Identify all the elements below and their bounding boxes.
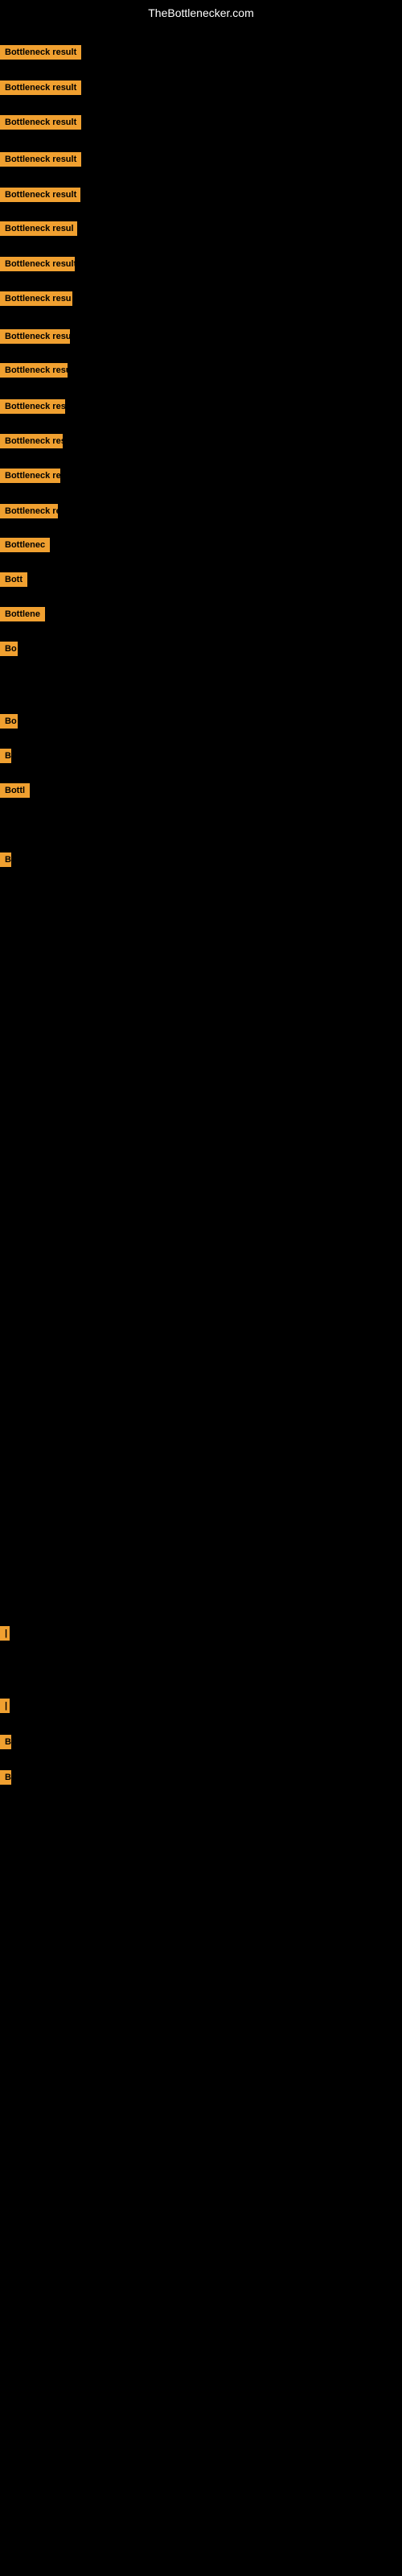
bottleneck-badge-container-15: Bottlenec: [0, 538, 50, 556]
bottleneck-badge: Bottleneck resu: [0, 329, 70, 344]
bottleneck-badge-container-10: Bottleneck resu: [0, 363, 68, 382]
bottleneck-badge: Bottlene: [0, 607, 45, 621]
bottleneck-badge: Bottleneck res: [0, 434, 63, 448]
bottleneck-badge: B: [0, 1735, 11, 1749]
bottleneck-badge: Bottleneck result: [0, 45, 81, 60]
bottleneck-badge-container-26: B: [0, 1770, 11, 1789]
bottleneck-badge-container-4: Bottleneck result: [0, 152, 81, 171]
bottleneck-badge-container-16: Bott: [0, 572, 27, 591]
site-title: TheBottlenecker.com: [0, 0, 402, 26]
bottleneck-badge-container-2: Bottleneck result: [0, 80, 81, 99]
bottleneck-badge-container-18: Bo: [0, 642, 18, 660]
bottleneck-badge: Bottleneck res: [0, 469, 60, 483]
bottleneck-badge: Bottleneck result: [0, 152, 81, 167]
bottleneck-badge-container-25: B: [0, 1735, 11, 1753]
bottleneck-badge-container-19: Bo: [0, 714, 18, 733]
bottleneck-badge-container-14: Bottleneck re: [0, 504, 58, 522]
bottleneck-badge: B: [0, 749, 11, 763]
bottleneck-badge-container-22: B: [0, 852, 11, 871]
bottleneck-badge: Bottleneck result: [0, 80, 81, 95]
bottleneck-badge-container-12: Bottleneck res: [0, 434, 63, 452]
bottleneck-badge: Bottlenec: [0, 538, 50, 552]
bottleneck-badge-container-1: Bottleneck result: [0, 45, 81, 64]
bottleneck-badge: |: [0, 1626, 10, 1641]
bottleneck-badge-container-9: Bottleneck resu: [0, 329, 70, 348]
bottleneck-badge: B: [0, 852, 11, 867]
bottleneck-badge-container-6: Bottleneck resul: [0, 221, 77, 240]
bottleneck-badge-container-23: |: [0, 1626, 10, 1645]
bottleneck-badge: Bo: [0, 642, 18, 656]
bottleneck-badge: Bott: [0, 572, 27, 587]
bottleneck-badge: Bottl: [0, 783, 30, 798]
bottleneck-badge: Bottleneck resu: [0, 363, 68, 378]
bottleneck-badge-container-8: Bottleneck resu: [0, 291, 72, 310]
bottleneck-badge-container-3: Bottleneck result: [0, 115, 81, 134]
bottleneck-badge-container-13: Bottleneck res: [0, 469, 60, 487]
bottleneck-badge: B: [0, 1770, 11, 1785]
bottleneck-badge: Bottleneck result: [0, 115, 81, 130]
bottleneck-badge-container-21: Bottl: [0, 783, 30, 802]
bottleneck-badge: Bottleneck resu: [0, 291, 72, 306]
bottleneck-badge: Bottleneck result: [0, 188, 80, 202]
bottleneck-badge: Bo: [0, 714, 18, 729]
bottleneck-badge: Bottleneck result: [0, 257, 75, 271]
bottleneck-badge-container-20: B: [0, 749, 11, 767]
bottleneck-badge-container-24: |: [0, 1699, 10, 1717]
bottleneck-badge: Bottleneck resu: [0, 399, 65, 414]
bottleneck-badge-container-17: Bottlene: [0, 607, 45, 625]
bottleneck-badge-container-11: Bottleneck resu: [0, 399, 65, 418]
bottleneck-badge-container-5: Bottleneck result: [0, 188, 80, 206]
bottleneck-badge-container-7: Bottleneck result: [0, 257, 75, 275]
bottleneck-badge: Bottleneck resul: [0, 221, 77, 236]
bottleneck-badge: Bottleneck re: [0, 504, 58, 518]
bottleneck-badge: |: [0, 1699, 10, 1713]
